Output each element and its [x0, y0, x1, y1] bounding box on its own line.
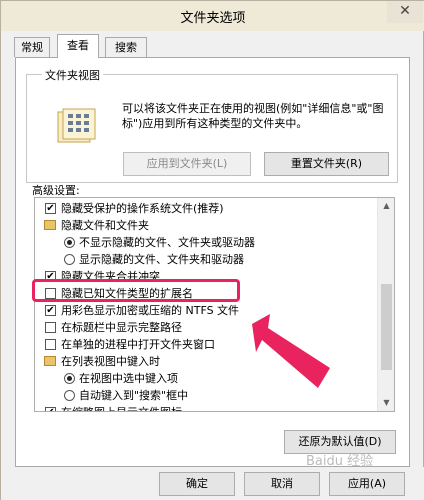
folder-icon — [44, 356, 56, 366]
list-item-label: 在单独的进程中打开文件夹窗口 — [61, 338, 215, 351]
folder-view-description: 可以将该文件夹正在使用的视图(例如"详细信息"或"图标")应用到所有这种类型的文… — [122, 102, 384, 130]
list-item-label: 不显示隐藏的文件、文件夹或驱动器 — [79, 236, 255, 249]
reset-folders-button[interactable]: 重置文件夹(R) — [264, 152, 389, 176]
radio-dont-show-hidden[interactable] — [64, 237, 75, 248]
scroll-down-arrow-icon[interactable]: ▼ — [378, 395, 394, 411]
checkbox-hide-protected-os-files[interactable]: ✔ — [45, 203, 56, 214]
window-title: 文件夹选项 — [180, 11, 246, 26]
highlight-box — [32, 279, 240, 302]
checkbox-color-ntfs-files[interactable]: ✔ — [45, 305, 56, 316]
scrollbar[interactable]: ▲ ▼ — [377, 198, 394, 411]
folder-icon — [44, 220, 56, 230]
title-bar: 文件夹选项 ✕ — [1, 1, 424, 31]
list-item-label: 在标题栏中显示完整路径 — [61, 321, 182, 334]
folder-view-icon — [57, 108, 96, 143]
apply-to-folders-button[interactable]: 应用到文件夹(L) — [123, 152, 251, 176]
ok-button[interactable]: 确定 — [159, 472, 235, 496]
tab-general[interactable]: 常规 — [14, 37, 50, 57]
view-tab-panel: 文件夹视图 可以将该文件夹正在使用的视图(例如"详细信息"或"图标")应用到所有… — [15, 57, 410, 467]
advanced-settings-list: ✔ 隐藏受保护的操作系统文件(推荐) 隐藏文件和文件夹 不显示隐藏的文件、文件夹… — [34, 197, 395, 412]
radio-type-into-search[interactable] — [64, 390, 75, 401]
watermark: Baidu 经验 — [306, 454, 374, 469]
list-item-label: 在缩略图上显示文件图标 — [61, 404, 182, 411]
list-item-label: 用彩色显示加密或压缩的 NTFS 文件 — [61, 304, 240, 317]
scroll-up-arrow-icon[interactable]: ▲ — [378, 198, 394, 214]
radio-select-typed-item[interactable] — [64, 373, 75, 384]
dialog-footer: 确定 取消 应用(A) — [1, 467, 424, 500]
scroll-thumb[interactable] — [381, 284, 392, 370]
radio-show-hidden[interactable] — [64, 254, 75, 265]
list-item-label: 隐藏文件和文件夹 — [61, 219, 149, 232]
list-item-label: 自动键入到"搜索"框中 — [79, 389, 189, 402]
list-item-label: 隐藏受保护的操作系统文件(推荐) — [61, 202, 224, 215]
cancel-button[interactable]: 取消 — [244, 472, 320, 496]
apply-button[interactable]: 应用(A) — [329, 472, 405, 496]
advanced-settings-label: 高级设置: — [32, 184, 80, 197]
folder-options-dialog: 文件夹选项 ✕ 常规 查看 搜索 文件夹视图 可以将该文件夹正在使用的视图(例如… — [0, 0, 424, 500]
close-button[interactable]: ✕ — [387, 1, 423, 23]
tab-search[interactable]: 搜索 — [105, 37, 147, 57]
list-item-label: 在列表视图中键入时 — [61, 355, 160, 368]
checkbox-full-path-in-title[interactable] — [45, 322, 56, 333]
checkbox-separate-process[interactable] — [45, 339, 56, 350]
tab-view[interactable]: 查看 — [57, 34, 99, 58]
folder-view-group-title: 文件夹视图 — [42, 67, 103, 83]
list-item-label: 在视图中选中键入项 — [79, 372, 178, 385]
list-item-label: 显示隐藏的文件、文件夹和驱动器 — [79, 253, 244, 266]
folder-view-group: 文件夹视图 可以将该文件夹正在使用的视图(例如"详细信息"或"图标")应用到所有… — [26, 67, 398, 183]
checkbox-show-file-icon-on-thumbnails[interactable]: ✔ — [45, 407, 56, 411]
